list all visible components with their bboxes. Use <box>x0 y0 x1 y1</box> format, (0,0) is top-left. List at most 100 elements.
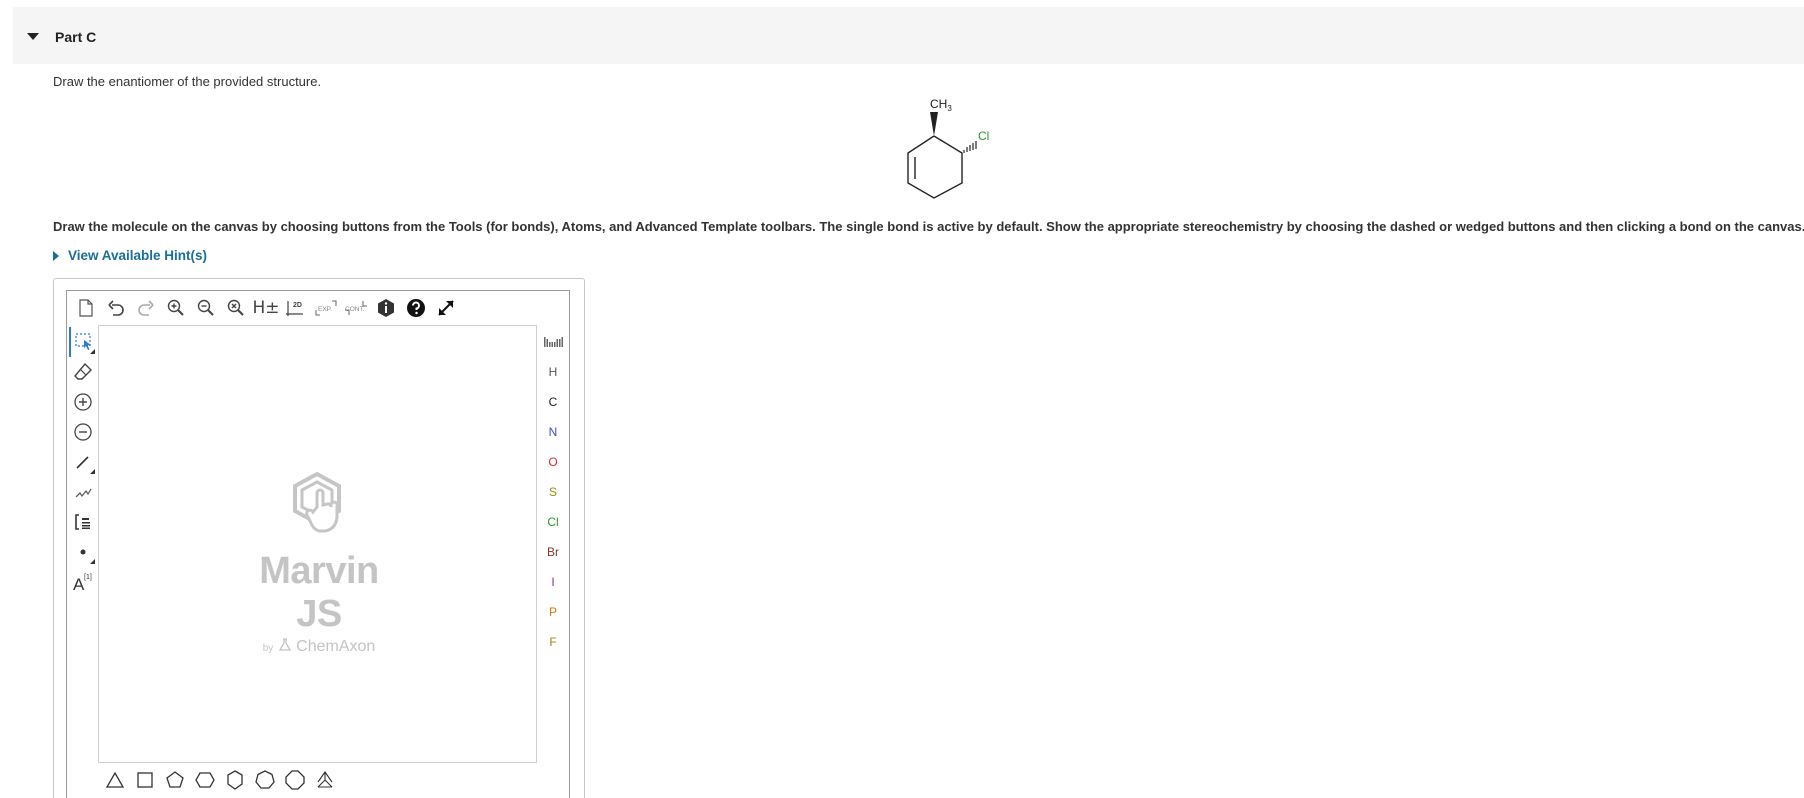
undo-icon <box>108 300 124 316</box>
template-cyclohexane-button[interactable] <box>190 767 220 793</box>
minus-charge-icon <box>74 423 92 441</box>
drawing-canvas[interactable]: Marvin JS by ChemAxon <box>98 325 537 763</box>
atom-n-button[interactable]: N <box>539 417 567 447</box>
template-cyclobutane-button[interactable] <box>130 767 160 793</box>
square-icon <box>137 772 153 788</box>
heptagon-icon <box>255 770 275 789</box>
new-document-icon <box>79 299 93 317</box>
zoom-reset-button[interactable] <box>221 295 251 321</box>
marvin-watermark: Marvin JS by ChemAxon <box>234 471 404 656</box>
view-hints-link[interactable]: View Available Hint(s) <box>53 248 207 263</box>
redo-icon <box>138 300 154 316</box>
help-button[interactable] <box>401 295 431 321</box>
bicyclic-icon <box>317 771 333 788</box>
increase-charge-button[interactable] <box>69 387 97 417</box>
erase-tool-button[interactable] <box>69 357 97 387</box>
template-cyclopentane-button[interactable] <box>160 767 190 793</box>
redo-button[interactable] <box>131 295 161 321</box>
zoom-in-button[interactable] <box>161 295 191 321</box>
zoom-reset-icon <box>227 299 244 316</box>
zoom-out-icon <box>197 299 214 316</box>
atom-f-button[interactable]: F <box>539 627 567 657</box>
atom-br-button[interactable]: Br <box>539 537 567 567</box>
methyl-subscript: 3 <box>947 104 952 113</box>
help-icon <box>407 299 425 317</box>
chemaxon-flask-icon <box>278 638 291 651</box>
question-instruction: Draw the enantiomer of the provided stru… <box>53 74 322 89</box>
hexagon-icon <box>195 772 215 788</box>
select-tool-more-indicator <box>90 349 95 354</box>
zoom-out-button[interactable] <box>191 295 221 321</box>
info-button[interactable] <box>371 295 401 321</box>
octagon-icon <box>285 770 305 790</box>
contract-button[interactable]: CONT. <box>341 295 371 321</box>
plus-charge-icon <box>74 393 92 411</box>
fullscreen-icon <box>438 300 454 316</box>
svg-text:CH3: CH3 <box>930 97 952 113</box>
zoom-in-icon <box>167 299 184 316</box>
caret-right-icon <box>53 250 59 261</box>
pentagon-icon <box>166 771 184 788</box>
clean-2d-icon: 2D <box>286 301 303 316</box>
svg-text:EXP.: EXP. <box>318 306 332 313</box>
info-icon <box>378 299 394 317</box>
watermark-company-line: by ChemAxon <box>234 638 404 656</box>
expand-icon: EXP. <box>315 300 337 316</box>
template-cycloheptane-button[interactable] <box>250 767 280 793</box>
radical-tool-button[interactable] <box>69 537 97 567</box>
atom-label-tool-button[interactable]: A [1] <box>69 567 97 597</box>
expand-button[interactable]: EXP. <box>311 295 341 321</box>
new-document-button[interactable] <box>71 295 101 321</box>
watermark-company: ChemAxon <box>296 638 376 655</box>
hexagon-vertical-icon <box>227 770 243 790</box>
periodic-table-icon <box>544 337 563 347</box>
question-directions: Draw the molecule on the canvas by choos… <box>53 219 1804 234</box>
template-bicyclic-button[interactable] <box>310 767 340 793</box>
select-tool-button[interactable] <box>69 327 97 357</box>
eraser-icon <box>74 362 92 380</box>
clean-hydrogens-button[interactable]: H± <box>251 295 281 321</box>
provided-structure: CH3 Cl <box>907 97 989 199</box>
chain-icon <box>75 488 92 498</box>
bracket-icon <box>75 514 90 530</box>
view-hints-label: View Available Hint(s) <box>68 248 208 263</box>
contract-icon: CONT. <box>345 301 367 315</box>
chain-tool-button[interactable] <box>69 477 97 507</box>
svg-text:CONT.: CONT. <box>345 306 365 313</box>
atom-s-button[interactable]: S <box>539 477 567 507</box>
atom-o-button[interactable]: O <box>539 447 567 477</box>
atom-cl-button[interactable]: Cl <box>539 507 567 537</box>
undo-button[interactable] <box>101 295 131 321</box>
templates-toolbar <box>100 767 340 793</box>
bracket-tool-button[interactable] <box>69 507 97 537</box>
atoms-toolbar: H C N O S Cl Br I P F <box>539 327 567 657</box>
chloro-label: Cl <box>978 129 989 143</box>
atom-i-button[interactable]: I <box>539 567 567 597</box>
decrease-charge-button[interactable] <box>69 417 97 447</box>
caret-down-icon[interactable] <box>27 33 39 40</box>
periodic-table-button[interactable] <box>539 327 567 357</box>
svg-text:2D: 2D <box>293 302 302 309</box>
triangle-icon <box>105 771 125 788</box>
template-cyclooctane-button[interactable] <box>280 767 310 793</box>
left-toolbar: A [1] <box>69 327 97 597</box>
watermark-product: Marvin JS <box>259 550 379 635</box>
template-cyclohexane-chair-button[interactable] <box>220 767 250 793</box>
svg-text:[1]: [1] <box>84 574 92 581</box>
clean-2d-button[interactable]: 2D <box>281 295 311 321</box>
part-header[interactable]: Part C <box>13 7 1804 64</box>
atom-c-button[interactable]: C <box>539 387 567 417</box>
bond-tool-more-indicator <box>90 469 95 474</box>
editor-container: H± 2D EXP. CONT. A [1] Marvin JS by Chem… <box>53 278 585 798</box>
marvin-editor: H± 2D EXP. CONT. A [1] Marvin JS by Chem… <box>66 290 570 798</box>
template-cyclopropane-button[interactable] <box>100 767 130 793</box>
atom-list: H C N O S Cl Br I P F <box>539 357 567 657</box>
single-bond-button[interactable] <box>69 447 97 477</box>
atom-label-icon: A [1] <box>73 574 92 593</box>
watermark-by: by <box>262 643 274 654</box>
atom-h-button[interactable]: H <box>539 357 567 387</box>
marvin-logo-icon <box>293 471 341 533</box>
atom-p-button[interactable]: P <box>539 597 567 627</box>
fullscreen-button[interactable] <box>431 295 461 321</box>
top-toolbar: H± 2D EXP. CONT. <box>71 295 461 321</box>
